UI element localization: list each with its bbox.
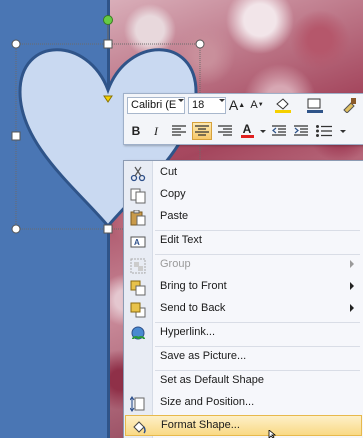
menu-item-hyperlink[interactable]: Hyperlink... (125, 323, 362, 344)
resize-handle-bottom[interactable] (103, 224, 113, 234)
context-menu: Cut Copy Paste A Edit Text Group Bring t… (123, 160, 363, 438)
menu-item-copy[interactable]: Copy (125, 185, 362, 206)
submenu-arrow-icon (350, 304, 354, 312)
menu-item-label: Send to Back (160, 302, 226, 314)
resize-handle-bottom-left[interactable] (11, 224, 21, 234)
menu-item-format-shape[interactable]: Format Shape... (125, 415, 362, 436)
mouse-cursor-icon (268, 430, 277, 438)
menu-item-label: Edit Text (160, 234, 202, 246)
shape-outline-button[interactable] (304, 96, 326, 114)
paint-bucket-icon (275, 98, 291, 113)
bullets-icon (316, 125, 332, 137)
align-center-button[interactable] (192, 122, 212, 140)
menu-item-size-and-position[interactable]: Size and Position... (125, 393, 362, 414)
font-name-field[interactable]: Calibri (E (127, 97, 185, 114)
scissors-icon (128, 164, 148, 183)
resize-handle-top-right[interactable] (195, 39, 205, 49)
menu-item-cut[interactable]: Cut (125, 163, 362, 184)
rotation-handle[interactable] (103, 15, 113, 25)
format-painter-button[interactable] (340, 96, 358, 114)
menu-item-label: Cut (160, 166, 178, 178)
menu-item-label: Bring to Front (160, 280, 227, 292)
font-color-icon: A (242, 122, 252, 136)
menu-item-label: Save as Picture... (160, 350, 247, 362)
size-position-icon (128, 394, 148, 413)
italic-button[interactable]: I (148, 122, 164, 140)
align-center-icon (195, 125, 209, 136)
chevron-down-icon[interactable] (340, 130, 346, 133)
grow-font-button[interactable]: A ▲ (228, 96, 246, 114)
resize-handle-top[interactable] (103, 39, 113, 49)
decrease-indent-icon (272, 125, 286, 136)
resize-handle-left[interactable] (11, 131, 21, 141)
menu-item-set-default-shape[interactable]: Set as Default Shape (125, 371, 362, 392)
bullets-button[interactable] (314, 122, 334, 140)
format-shape-icon (129, 417, 149, 436)
shrink-font-icon: A (250, 99, 258, 111)
menu-item-edit-text[interactable]: A Edit Text (125, 231, 362, 252)
edit-text-icon: A (128, 232, 148, 251)
menu-item-group[interactable]: Group (125, 255, 362, 276)
submenu-arrow-icon (350, 260, 354, 268)
decrease-indent-button[interactable] (270, 122, 288, 140)
chevron-down-icon[interactable] (260, 130, 266, 133)
shrink-font-button[interactable]: A ▼ (248, 96, 266, 114)
menu-item-label: Paste (160, 210, 189, 222)
align-right-button[interactable] (216, 122, 234, 140)
font-color-button[interactable]: A (238, 122, 256, 140)
group-icon (128, 256, 148, 275)
mini-toolbar: Calibri (E 18 A ▲ A ▼ B I A (123, 93, 363, 145)
format-painter-icon (343, 98, 356, 113)
slide-canvas: Calibri (E 18 A ▲ A ▼ B I A Cut Copy Pas… (0, 0, 363, 438)
align-right-icon (218, 125, 232, 136)
shape-fill-button[interactable] (272, 96, 294, 114)
bold-button[interactable]: B (128, 122, 144, 140)
menu-item-label: Set as Default Shape (160, 374, 264, 386)
chevron-down-icon[interactable] (178, 99, 184, 102)
align-left-icon (172, 125, 186, 136)
menu-item-label: Format Shape... (161, 419, 240, 431)
menu-item-label: Group (160, 258, 191, 270)
menu-item-paste[interactable]: Paste (125, 207, 362, 228)
paste-icon (128, 208, 148, 227)
increase-indent-button[interactable] (292, 122, 310, 140)
menu-item-label: Copy (160, 188, 186, 200)
menu-item-send-to-back[interactable]: Send to Back (125, 299, 362, 320)
menu-item-label: Hyperlink... (160, 326, 216, 338)
pen-outline-icon (307, 98, 323, 113)
grow-font-icon: A (228, 97, 239, 113)
submenu-arrow-icon (350, 282, 354, 290)
chevron-down-icon[interactable] (219, 99, 225, 102)
resize-handle-top-left[interactable] (11, 39, 21, 49)
hyperlink-icon (128, 324, 148, 343)
send-back-icon (128, 300, 148, 319)
align-left-button[interactable] (170, 122, 188, 140)
menu-item-bring-to-front[interactable]: Bring to Front (125, 277, 362, 298)
increase-indent-icon (294, 125, 308, 136)
menu-item-save-as-picture[interactable]: Save as Picture... (125, 347, 362, 368)
copy-icon (128, 186, 148, 205)
bring-front-icon (128, 278, 148, 297)
svg-text:A: A (134, 238, 140, 247)
menu-item-label: Size and Position... (160, 396, 255, 408)
